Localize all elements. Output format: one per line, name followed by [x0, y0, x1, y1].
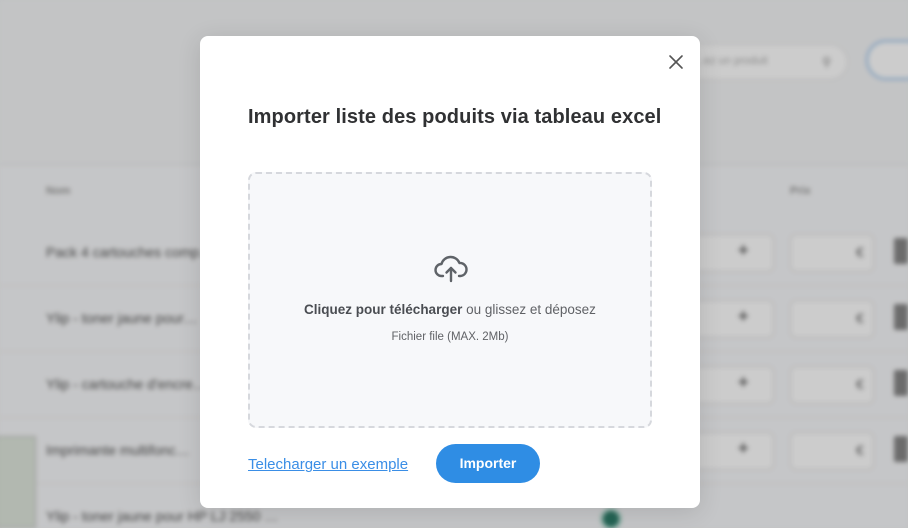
- file-dropzone[interactable]: Cliquez pour télécharger ou glissez et d…: [248, 172, 652, 428]
- import-modal: Importer liste des poduits via tableau e…: [200, 36, 700, 508]
- close-icon[interactable]: [666, 52, 686, 72]
- modal-title: Importer liste des poduits via tableau e…: [248, 106, 662, 128]
- drag-drop-text: ou glissez et déposez: [462, 302, 596, 317]
- dropzone-instruction: Cliquez pour télécharger ou glissez et d…: [250, 302, 650, 317]
- dropzone-hint: Fichier file (MAX. 2Mb): [391, 331, 509, 343]
- download-example-link[interactable]: Telecharger un exemple: [248, 456, 408, 473]
- cloud-upload-icon: [434, 254, 468, 284]
- import-button[interactable]: Importer: [436, 444, 540, 483]
- click-to-upload-text[interactable]: Cliquez pour télécharger: [304, 302, 462, 317]
